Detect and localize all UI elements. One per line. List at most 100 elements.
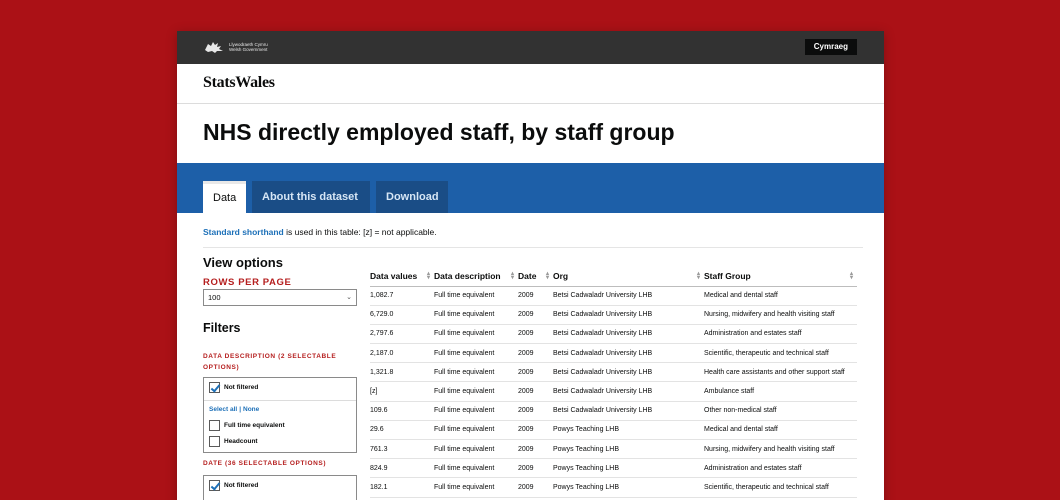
table-header-row: Data values ▴ ▾ Data description ▴ ▾ Date ▴ ▾ … [370,267,857,287]
cell-data-description: Full time equivalent [434,381,518,402]
cell-data-description: Full time equivalent [434,458,518,479]
table-row: 1,321.8 Full time equivalent 2009 Betsi Cad… [370,362,857,383]
cell-date: 2009 [518,477,553,498]
tab-download[interactable]: Download [376,181,448,213]
not-filtered-checkbox[interactable] [209,480,220,491]
cell-data-value: 1,082.7 [370,286,434,306]
filter-data-description-box: Not filtered Select all | None Full time e… [203,377,357,453]
column-header-data-description[interactable]: Data description ▴ ▾ [434,267,518,287]
welsh-government-logo[interactable]: Llywodraeth Cymru Welsh Government [203,40,268,54]
filter-date-title: DATE (36 SELECTABLE OPTIONS) [203,460,327,467]
cell-org: Powys Teaching LHB [553,420,704,441]
table-body: 1,082.7 Full time equivalent 2009 Betsi Cad… [370,286,857,498]
cell-date: 2009 [518,343,553,364]
table-row: 29.6 Full time equivalent 2009 Powys Teachi… [370,420,857,441]
column-header-date[interactable]: Date ▴ ▾ [518,267,553,287]
cell-data-value: 182.1 [370,477,434,498]
page-title: NHS directly employed staff, by staff gr… [203,119,675,145]
select-none-link[interactable]: None [243,406,259,413]
shorthand-notice: Standard shorthand is used in this table… [203,227,437,237]
tab-band: Data About this dataset Download [177,163,884,213]
logo-line-english: Welsh Government [229,47,268,52]
cell-org: Powys Teaching LHB [553,477,704,498]
cell-data-description: Full time equivalent [434,286,518,306]
cell-date: 2009 [518,420,553,441]
rows-per-page-value: 100 [208,293,221,302]
link-separator: | [239,406,242,413]
cell-data-value: 6,729.0 [370,305,434,325]
cell-staff-group: Nursing, midwifery and health visiting s… [704,439,857,460]
filter-date-box: Not filtered [203,475,357,500]
tab-about-dataset[interactable]: About this dataset [252,181,370,213]
cell-date: 2009 [518,286,553,306]
language-toggle-button[interactable]: Cymraeg [804,39,857,55]
cell-staff-group: Administration and estates staff [704,324,857,345]
checkbox-row[interactable]: Not filtered [209,480,258,491]
government-bar: Llywodraeth Cymru Welsh Government Cymra… [177,31,884,64]
cell-org: Betsi Cadwaladr University LHB [553,381,704,402]
cell-data-value: 761.3 [370,439,434,460]
table-row: 6,729.0 Full time equivalent 2009 Betsi Cad… [370,305,857,325]
standard-shorthand-link[interactable]: Standard shorthand [203,227,284,237]
cell-date: 2009 [518,458,553,479]
cell-staff-group: Nursing, midwifery and health visiting s… [704,305,857,325]
section-divider [203,247,863,248]
checkbox-row[interactable]: Full time equivalent [209,420,285,431]
cell-data-value: 29.6 [370,420,434,441]
filters-heading: Filters [203,321,241,335]
table-row: 761.3 Full time equivalent 2009 Powys Teach… [370,439,857,460]
cell-data-description: Full time equivalent [434,343,518,364]
cell-staff-group: Administration and estates staff [704,458,857,479]
column-header-data-values[interactable]: Data values ▴ ▾ [370,267,434,287]
select-links: Select all | None [209,406,259,413]
cell-data-value: 2,187.0 [370,343,434,364]
rows-per-page-select[interactable]: 100 ⌄ [203,289,357,306]
column-header-org[interactable]: Org ▴ ▾ [553,267,704,287]
browser-window: Llywodraeth Cymru Welsh Government Cymra… [177,31,884,500]
cell-data-value: 824.9 [370,458,434,479]
shorthand-text: is used in this table: [z] = not applica… [283,227,437,237]
cell-data-description: Full time equivalent [434,477,518,498]
cell-staff-group: Scientific, therapeutic and technical st… [704,477,857,498]
table-row: 2,797.6 Full time equivalent 2009 Betsi Cad… [370,324,857,345]
cell-date: 2009 [518,439,553,460]
checkbox-label: Headcount [224,438,258,445]
cell-data-description: Full time equivalent [434,439,518,460]
rows-per-page-label: ROWS PER PAGE [203,277,292,288]
cell-date: 2009 [518,305,553,325]
checkbox-row[interactable]: Not filtered [209,382,258,393]
cell-org: Betsi Cadwaladr University LHB [553,286,704,306]
view-options-heading: View options [203,255,283,270]
statswales-logo[interactable]: StatsWales [203,74,275,92]
table-row: 1,082.7 Full time equivalent 2009 Betsi Cad… [370,286,857,306]
cell-data-description: Full time equivalent [434,305,518,325]
cell-org: Betsi Cadwaladr University LHB [553,401,704,421]
cell-staff-group: Scientific, therapeutic and technical st… [704,343,857,364]
cell-date: 2009 [518,324,553,345]
table-row: 824.9 Full time equivalent 2009 Powys Teach… [370,458,857,479]
cell-data-value: 1,321.8 [370,362,434,383]
cell-org: Betsi Cadwaladr University LHB [553,324,704,345]
sort-icon: ▴ ▾ [545,271,549,281]
table-row: 182.1 Full time equivalent 2009 Powys Teach… [370,477,857,498]
cell-org: Betsi Cadwaladr University LHB [553,343,704,364]
column-header-staff-group[interactable]: Staff Group ▴ ▾ [704,267,857,287]
site-header: StatsWales [177,64,884,104]
sort-icon: ▴ ▾ [696,271,700,281]
cell-staff-group: Medical and dental staff [704,420,857,441]
checkbox-label: Not filtered [224,482,259,489]
chevron-down-icon: ⌄ [346,294,352,301]
cell-data-value: [z] [370,381,434,402]
checkbox-label: Full time equivalent [224,422,285,429]
headcount-checkbox[interactable] [209,436,220,447]
box-divider [204,400,356,401]
cell-staff-group: Other non-medical staff [704,401,857,421]
cell-staff-group: Health care assistants and other support… [704,362,857,383]
full-time-equivalent-checkbox[interactable] [209,420,220,431]
cell-date: 2009 [518,401,553,421]
tab-data[interactable]: Data [203,181,247,213]
checkbox-row[interactable]: Headcount [209,436,258,447]
cell-date: 2009 [518,381,553,402]
not-filtered-checkbox[interactable] [209,382,220,393]
select-all-link[interactable]: Select all [209,406,237,413]
